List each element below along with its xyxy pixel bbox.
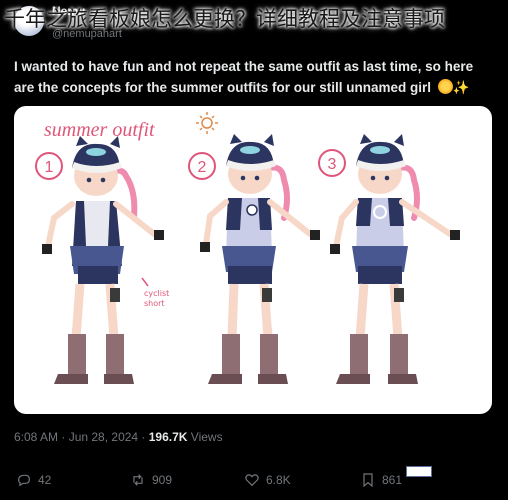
like-count: 6.8K — [266, 473, 291, 487]
watermark-badge — [406, 466, 432, 477]
sun-emoji-icon — [437, 79, 453, 94]
reply-icon — [18, 474, 30, 487]
heart-icon — [245, 474, 259, 487]
views-label: Views — [187, 430, 223, 444]
character-3 — [330, 134, 460, 384]
bookmark-count: 861 — [382, 473, 403, 487]
tweet-image[interactable]: summer outfit 1 2 3 cyclist short — [14, 106, 492, 414]
repost-icon — [133, 474, 143, 486]
bookmark-icon — [363, 473, 373, 488]
label-2: 2 — [188, 152, 216, 180]
character-2 — [200, 134, 320, 384]
like-button[interactable]: 6.8K — [244, 468, 291, 492]
tweet-timestamp[interactable]: 6:08 AM · Jun 28, 2024 · — [14, 430, 149, 444]
annotation-line-2: short — [144, 299, 165, 308]
concept-art: summer outfit 1 2 3 cyclist short — [35, 112, 460, 384]
tweet-text: I wanted to have fun and not repeat the … — [14, 56, 498, 98]
tweet-text-line-2: are the concepts for the summer outfits … — [14, 80, 432, 95]
overlay-title: 千年之旅看板娘怎么更换？详细教程及注意事项 — [4, 7, 445, 31]
art-heading: summer outfit — [44, 119, 155, 141]
reply-button[interactable]: 42 — [16, 468, 51, 492]
annotation-line-1: cyclist — [144, 289, 169, 298]
svg-text:2: 2 — [198, 159, 207, 176]
sun-doodle-icon — [196, 112, 218, 134]
repost-button[interactable]: 909 — [130, 468, 172, 492]
view-count: 196.7K — [148, 430, 188, 444]
svg-text:3: 3 — [328, 156, 337, 173]
tweet-text-line-1: I wanted to have fun and not repeat the … — [14, 59, 474, 74]
svg-text:1: 1 — [45, 159, 54, 176]
tweet-meta: 6:08 AM · Jun 28, 2024 · 196.7K Views — [14, 430, 223, 444]
tweet-header: Nemu @nemupahart 千年之旅看板娘怎么更换？详细教程及注意事项 — [0, 0, 508, 42]
reply-count: 42 — [38, 473, 52, 487]
label-1: 1 — [35, 152, 63, 180]
bookmark-button[interactable]: 861 — [360, 468, 402, 492]
sparkle-emoji-icon: ✨ — [452, 80, 470, 95]
label-3: 3 — [318, 149, 346, 177]
repost-count: 909 — [152, 473, 173, 487]
tweet-text-line-2-wrap: are the concepts for the summer outfits … — [14, 77, 498, 98]
